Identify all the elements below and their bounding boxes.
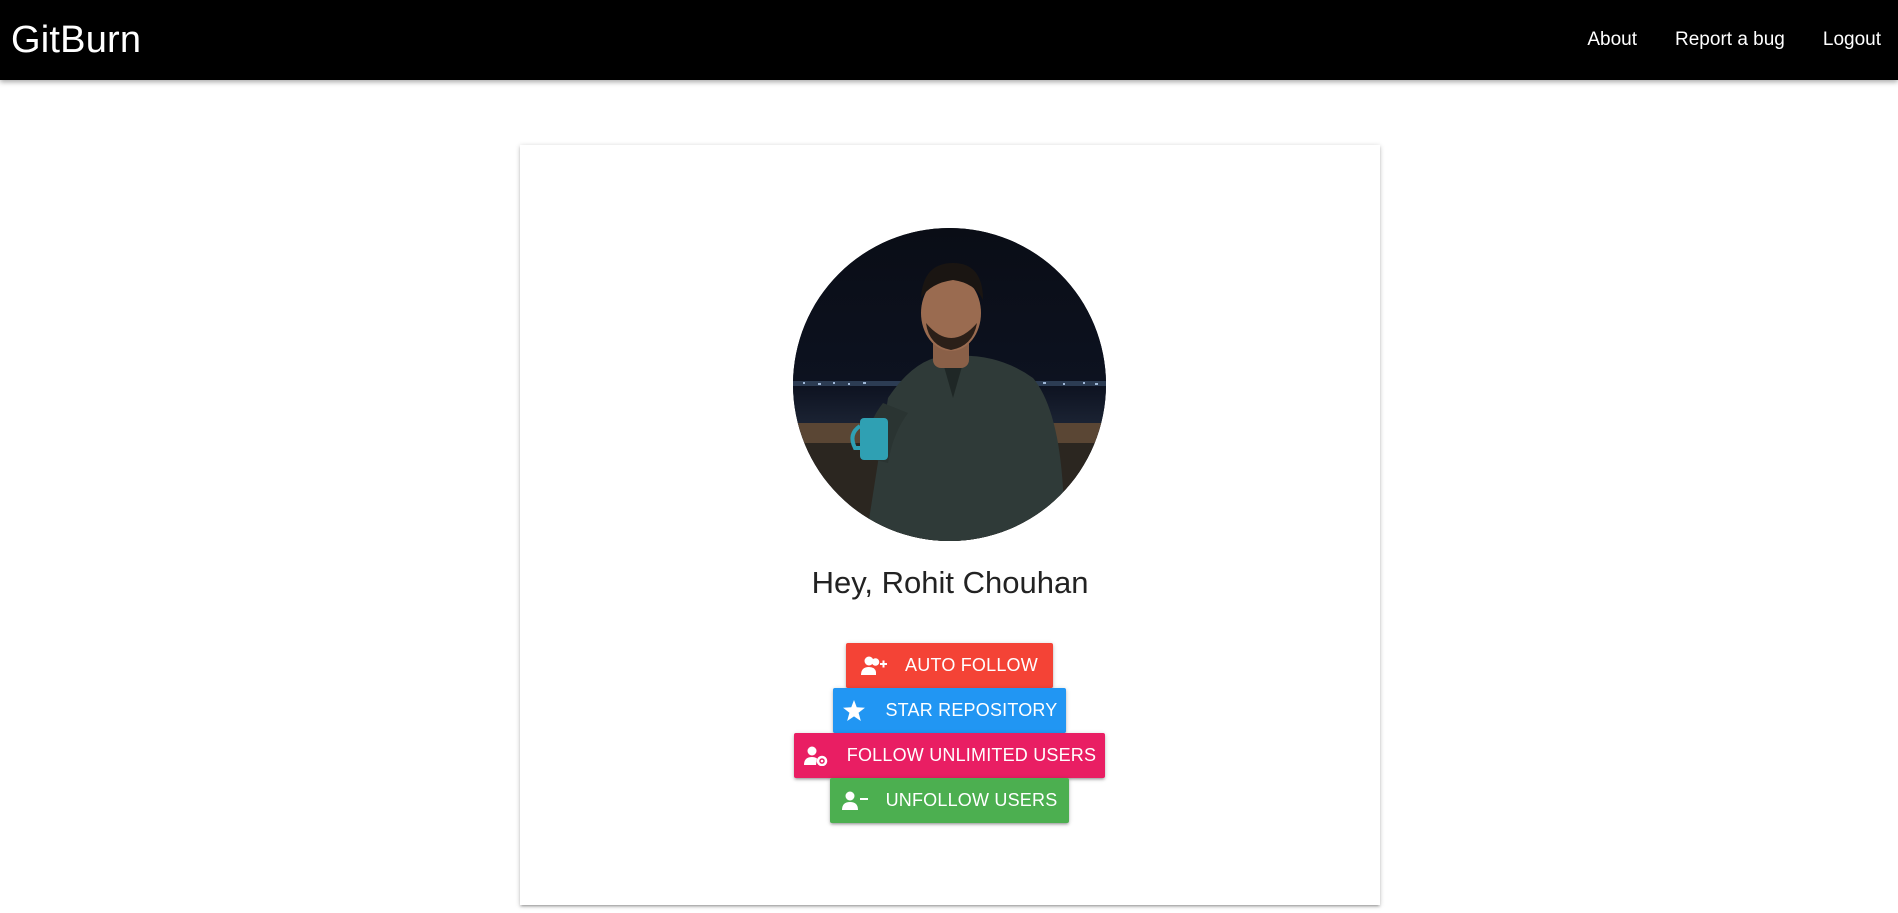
star-repository-button[interactable]: STAR REPOSITORY [833,688,1066,733]
unfollow-users-button[interactable]: UNFOLLOW USERS [830,778,1069,823]
profile-card: Hey, Rohit Chouhan AUTO FOLLOW STAR REPO… [520,145,1380,905]
follow-unlimited-button[interactable]: FOLLOW UNLIMITED USERS [794,733,1105,778]
nav-report-bug-link[interactable]: Report a bug [1656,0,1804,80]
top-navbar: GitBurn About Report a bug Logout [0,0,1898,80]
unfollow-users-label: UNFOLLOW USERS [885,790,1058,810]
star-icon [841,700,867,722]
brand-logo[interactable]: GitBurn [11,21,141,59]
nav-logout-link[interactable]: Logout [1804,0,1898,80]
user-plus-icon [861,655,888,677]
user-minus-icon [841,790,868,812]
nav-links: About Report a bug Logout [1568,0,1898,80]
user-cog-icon [803,745,829,767]
star-repository-label: STAR REPOSITORY [885,700,1058,720]
auto-follow-button[interactable]: AUTO FOLLOW [846,643,1053,688]
follow-unlimited-label: FOLLOW UNLIMITED USERS [846,745,1097,765]
nav-about-link[interactable]: About [1568,0,1656,80]
greeting-text: Hey, Rohit Chouhan [811,565,1089,600]
profile-avatar [793,228,1106,541]
avatar-photo [793,228,1106,541]
auto-follow-label: AUTO FOLLOW [905,655,1038,675]
